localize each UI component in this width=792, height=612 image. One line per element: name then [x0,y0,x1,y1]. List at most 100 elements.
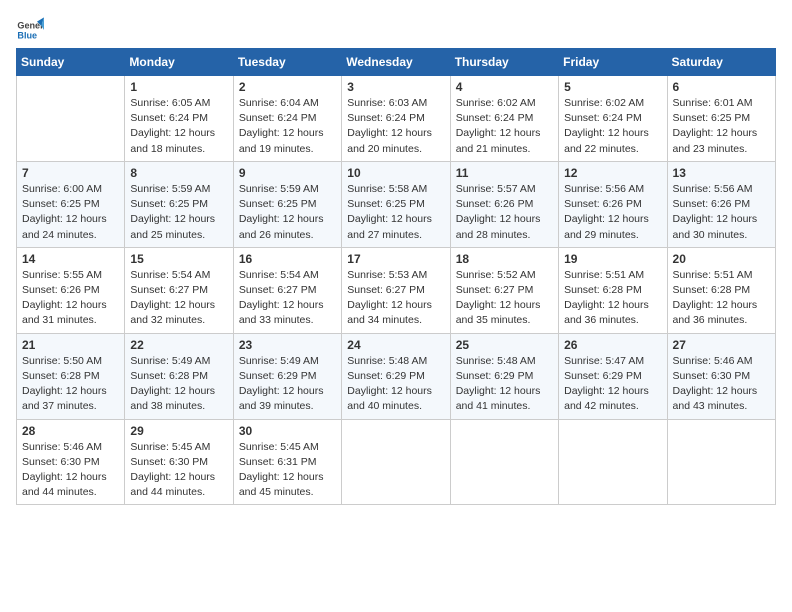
day-info: Sunrise: 5:56 AM Sunset: 6:26 PM Dayligh… [564,182,661,243]
calendar-cell [450,419,558,505]
day-info: Sunrise: 5:47 AM Sunset: 6:29 PM Dayligh… [564,354,661,415]
column-header-monday: Monday [125,49,233,76]
calendar-cell: 12 Sunrise: 5:56 AM Sunset: 6:26 PM Dayli… [559,161,667,247]
calendar-cell: 15 Sunrise: 5:54 AM Sunset: 6:27 PM Dayli… [125,247,233,333]
day-number: 14 [22,252,119,266]
day-number: 3 [347,80,444,94]
calendar-cell: 10 Sunrise: 5:58 AM Sunset: 6:25 PM Dayli… [342,161,450,247]
day-info: Sunrise: 6:03 AM Sunset: 6:24 PM Dayligh… [347,96,444,157]
calendar-cell: 13 Sunrise: 5:56 AM Sunset: 6:26 PM Dayli… [667,161,775,247]
day-number: 11 [456,166,553,180]
calendar-cell: 25 Sunrise: 5:48 AM Sunset: 6:29 PM Dayli… [450,333,558,419]
day-info: Sunrise: 6:02 AM Sunset: 6:24 PM Dayligh… [456,96,553,157]
calendar-cell [667,419,775,505]
day-info: Sunrise: 5:55 AM Sunset: 6:26 PM Dayligh… [22,268,119,329]
calendar-cell: 26 Sunrise: 5:47 AM Sunset: 6:29 PM Dayli… [559,333,667,419]
day-info: Sunrise: 5:56 AM Sunset: 6:26 PM Dayligh… [673,182,770,243]
day-info: Sunrise: 5:48 AM Sunset: 6:29 PM Dayligh… [456,354,553,415]
day-number: 1 [130,80,227,94]
calendar-cell: 30 Sunrise: 5:45 AM Sunset: 6:31 PM Dayli… [233,419,341,505]
day-number: 8 [130,166,227,180]
day-info: Sunrise: 5:58 AM Sunset: 6:25 PM Dayligh… [347,182,444,243]
day-info: Sunrise: 5:49 AM Sunset: 6:28 PM Dayligh… [130,354,227,415]
day-info: Sunrise: 5:53 AM Sunset: 6:27 PM Dayligh… [347,268,444,329]
page-header: General Blue [16,16,776,44]
calendar-cell: 11 Sunrise: 5:57 AM Sunset: 6:26 PM Dayli… [450,161,558,247]
calendar-cell: 4 Sunrise: 6:02 AM Sunset: 6:24 PM Daylig… [450,76,558,162]
calendar-cell: 3 Sunrise: 6:03 AM Sunset: 6:24 PM Daylig… [342,76,450,162]
day-number: 18 [456,252,553,266]
day-info: Sunrise: 5:49 AM Sunset: 6:29 PM Dayligh… [239,354,336,415]
calendar-cell: 5 Sunrise: 6:02 AM Sunset: 6:24 PM Daylig… [559,76,667,162]
day-number: 26 [564,338,661,352]
day-info: Sunrise: 6:01 AM Sunset: 6:25 PM Dayligh… [673,96,770,157]
day-number: 12 [564,166,661,180]
calendar-week-row: 1 Sunrise: 6:05 AM Sunset: 6:24 PM Daylig… [17,76,776,162]
day-number: 23 [239,338,336,352]
day-number: 5 [564,80,661,94]
day-number: 24 [347,338,444,352]
calendar-cell: 23 Sunrise: 5:49 AM Sunset: 6:29 PM Dayli… [233,333,341,419]
day-number: 16 [239,252,336,266]
day-info: Sunrise: 5:54 AM Sunset: 6:27 PM Dayligh… [130,268,227,329]
calendar-week-row: 28 Sunrise: 5:46 AM Sunset: 6:30 PM Dayli… [17,419,776,505]
day-info: Sunrise: 5:46 AM Sunset: 6:30 PM Dayligh… [22,440,119,501]
calendar-week-row: 7Sunrise: 6:00 AM Sunset: 6:25 PM Daylig… [17,161,776,247]
column-header-tuesday: Tuesday [233,49,341,76]
day-info: Sunrise: 5:51 AM Sunset: 6:28 PM Dayligh… [564,268,661,329]
day-number: 20 [673,252,770,266]
calendar-cell: 21Sunrise: 5:50 AM Sunset: 6:28 PM Dayli… [17,333,125,419]
day-info: Sunrise: 5:59 AM Sunset: 6:25 PM Dayligh… [239,182,336,243]
day-number: 19 [564,252,661,266]
column-header-friday: Friday [559,49,667,76]
calendar-week-row: 21Sunrise: 5:50 AM Sunset: 6:28 PM Dayli… [17,333,776,419]
day-number: 6 [673,80,770,94]
calendar-cell [17,76,125,162]
calendar-cell: 28 Sunrise: 5:46 AM Sunset: 6:30 PM Dayli… [17,419,125,505]
day-info: Sunrise: 5:48 AM Sunset: 6:29 PM Dayligh… [347,354,444,415]
day-number: 9 [239,166,336,180]
day-number: 15 [130,252,227,266]
calendar-cell: 22 Sunrise: 5:49 AM Sunset: 6:28 PM Dayli… [125,333,233,419]
day-info: Sunrise: 6:05 AM Sunset: 6:24 PM Dayligh… [130,96,227,157]
day-info: Sunrise: 5:59 AM Sunset: 6:25 PM Dayligh… [130,182,227,243]
calendar-cell: 17 Sunrise: 5:53 AM Sunset: 6:27 PM Dayli… [342,247,450,333]
calendar-cell: 27 Sunrise: 5:46 AM Sunset: 6:30 PM Dayli… [667,333,775,419]
column-header-saturday: Saturday [667,49,775,76]
day-number: 29 [130,424,227,438]
day-number: 2 [239,80,336,94]
calendar-header-row: SundayMondayTuesdayWednesdayThursdayFrid… [17,49,776,76]
day-number: 27 [673,338,770,352]
day-number: 10 [347,166,444,180]
calendar-week-row: 14 Sunrise: 5:55 AM Sunset: 6:26 PM Dayli… [17,247,776,333]
day-info: Sunrise: 5:52 AM Sunset: 6:27 PM Dayligh… [456,268,553,329]
day-info: Sunrise: 5:57 AM Sunset: 6:26 PM Dayligh… [456,182,553,243]
calendar-cell: 20 Sunrise: 5:51 AM Sunset: 6:28 PM Dayli… [667,247,775,333]
calendar-cell: 7Sunrise: 6:00 AM Sunset: 6:25 PM Daylig… [17,161,125,247]
day-number: 13 [673,166,770,180]
day-info: Sunrise: 5:51 AM Sunset: 6:28 PM Dayligh… [673,268,770,329]
day-info: Sunrise: 5:50 AM Sunset: 6:28 PM Dayligh… [22,354,119,415]
day-number: 25 [456,338,553,352]
calendar-cell: 18 Sunrise: 5:52 AM Sunset: 6:27 PM Dayli… [450,247,558,333]
day-info: Sunrise: 5:46 AM Sunset: 6:30 PM Dayligh… [673,354,770,415]
day-number: 4 [456,80,553,94]
day-info: Sunrise: 5:54 AM Sunset: 6:27 PM Dayligh… [239,268,336,329]
day-number: 22 [130,338,227,352]
day-info: Sunrise: 6:04 AM Sunset: 6:24 PM Dayligh… [239,96,336,157]
day-number: 7 [22,166,119,180]
calendar-cell: 6 Sunrise: 6:01 AM Sunset: 6:25 PM Daylig… [667,76,775,162]
calendar-cell: 29 Sunrise: 5:45 AM Sunset: 6:30 PM Dayli… [125,419,233,505]
day-info: Sunrise: 6:02 AM Sunset: 6:24 PM Dayligh… [564,96,661,157]
day-number: 28 [22,424,119,438]
day-number: 30 [239,424,336,438]
column-header-sunday: Sunday [17,49,125,76]
calendar-cell: 24 Sunrise: 5:48 AM Sunset: 6:29 PM Dayli… [342,333,450,419]
day-info: Sunrise: 5:45 AM Sunset: 6:31 PM Dayligh… [239,440,336,501]
day-number: 17 [347,252,444,266]
calendar-cell: 19 Sunrise: 5:51 AM Sunset: 6:28 PM Dayli… [559,247,667,333]
day-info: Sunrise: 5:45 AM Sunset: 6:30 PM Dayligh… [130,440,227,501]
calendar-cell: 2 Sunrise: 6:04 AM Sunset: 6:24 PM Daylig… [233,76,341,162]
calendar-cell [559,419,667,505]
calendar-cell: 9 Sunrise: 5:59 AM Sunset: 6:25 PM Daylig… [233,161,341,247]
